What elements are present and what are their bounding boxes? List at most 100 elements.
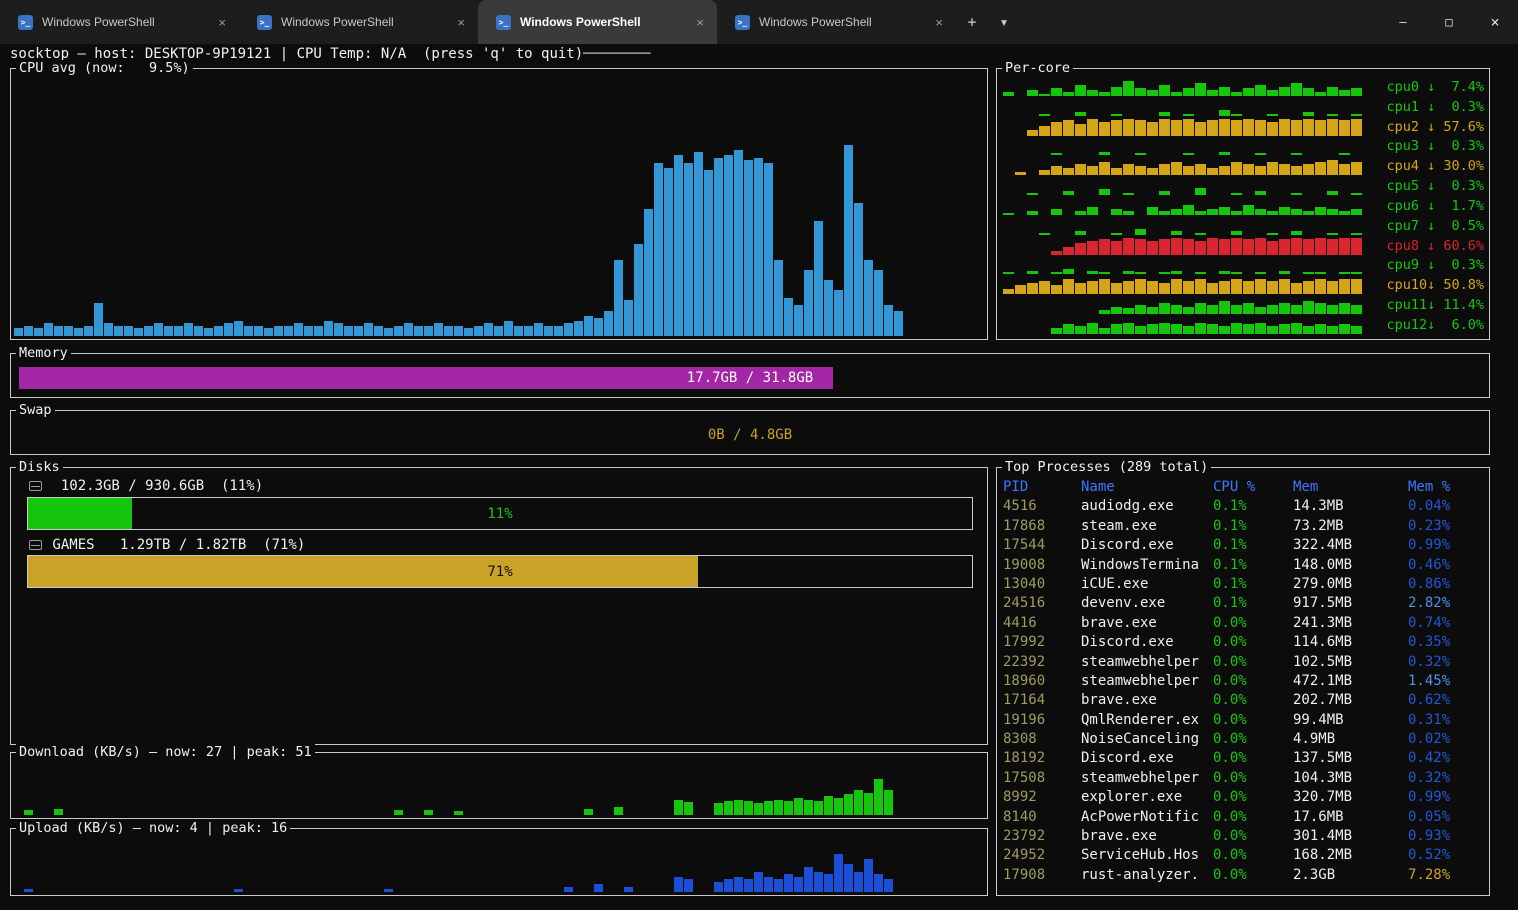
chart-bar: [164, 326, 173, 336]
maximize-button[interactable]: □: [1426, 0, 1472, 44]
spark-bar: [1231, 231, 1242, 235]
spark-bar: [1003, 289, 1014, 295]
core-row: cpu4 ↓ 30.0%: [1003, 156, 1484, 175]
chart-bar: [614, 260, 623, 337]
spark-bar: [1027, 130, 1038, 136]
chart-bar: [814, 801, 823, 815]
spark-bar: [1087, 119, 1098, 136]
spark-bar: [1231, 114, 1242, 116]
close-button[interactable]: ×: [1472, 0, 1518, 44]
spark-bar: [1075, 164, 1086, 175]
spark-bar: [1291, 283, 1302, 294]
spark-bar: [1051, 166, 1062, 176]
spark-bar: [1291, 231, 1302, 235]
disk-1-header: 102.3GB / 930.6GB (11%): [29, 478, 263, 494]
disk-2-label: GAMES 1.29TB / 1.82TB (71%): [44, 537, 305, 553]
tab-close-icon[interactable]: ×: [452, 15, 470, 30]
chart-bar: [614, 807, 623, 815]
cell-ppct: 0.32%: [1408, 769, 1486, 788]
cell-pmem: 148.0MB: [1293, 556, 1408, 575]
cell-ppct: 0.74%: [1408, 614, 1486, 633]
tab-close-icon[interactable]: ×: [691, 15, 709, 30]
cell-pname: AcPowerNotific: [1081, 808, 1213, 827]
chart-bar: [584, 316, 593, 336]
spark-bar: [1267, 211, 1278, 215]
spark-bar: [1303, 119, 1314, 136]
chart-bar: [824, 874, 833, 892]
spark-bar: [1159, 239, 1170, 254]
spark-bar: [1243, 88, 1254, 96]
window-controls: — □ ×: [1380, 0, 1518, 44]
chart-bar: [714, 882, 723, 892]
spark-bar: [1279, 164, 1290, 175]
cell-pcpu: 0.0%: [1213, 846, 1293, 865]
spark-bar: [1219, 281, 1230, 294]
chart-bar: [824, 280, 833, 336]
spark-bar: [1087, 207, 1098, 215]
chart-bar: [724, 879, 733, 892]
spark-bar: [1339, 279, 1350, 294]
chart-bar: [794, 877, 803, 892]
chart-bar: [744, 160, 753, 336]
disk-icon: [29, 481, 42, 491]
chart-bar: [804, 800, 813, 815]
process-row: 19008WindowsTermina0.1%148.0MB0.46%: [1003, 556, 1486, 575]
chart-bar: [764, 877, 773, 892]
upload-panel: Upload (KB/s) — now: 4 | peak: 16: [10, 828, 988, 896]
cell-pname: devenv.exe: [1081, 594, 1213, 613]
cell-pid: 8992: [1003, 788, 1081, 807]
minimize-button[interactable]: —: [1380, 0, 1426, 44]
spark-bar: [1135, 272, 1146, 274]
spark-bar: [1123, 308, 1134, 314]
spark-bar: [1063, 247, 1074, 255]
spark-bar: [1219, 326, 1230, 334]
chart-bar: [844, 864, 853, 892]
cell-pmem: 202.7MB: [1293, 691, 1408, 710]
chart-bar: [554, 326, 563, 336]
cell-pcpu: 0.0%: [1213, 827, 1293, 846]
process-row: 24952ServiceHub.Hos0.0%168.2MB0.52%: [1003, 846, 1486, 865]
core-sparkline: [1003, 216, 1372, 235]
spark-bar: [1327, 114, 1338, 116]
core-usage-label: cpu7 ↓ 0.5%: [1372, 217, 1484, 235]
cell-pid: 17508: [1003, 769, 1081, 788]
spark-bar: [1267, 305, 1278, 315]
spark-bar: [1327, 160, 1338, 175]
chart-bar: [314, 326, 323, 336]
chart-bar: [674, 155, 683, 336]
chart-bar: [344, 326, 353, 336]
tab-powershell-2[interactable]: >_ Windows PowerShell ×: [239, 0, 478, 44]
spark-bar: [1171, 271, 1182, 275]
chart-bar: [864, 859, 873, 892]
tab-powershell-4[interactable]: >_ Windows PowerShell ×: [717, 0, 956, 44]
chart-bar: [764, 801, 773, 815]
spark-bar: [1039, 126, 1050, 136]
spark-bar: [1063, 120, 1074, 135]
spark-bar: [1135, 229, 1146, 235]
chart-bar: [854, 790, 863, 815]
spark-bar: [1123, 81, 1134, 96]
chart-bar: [684, 879, 693, 892]
tab-close-icon[interactable]: ×: [213, 15, 231, 30]
chart-bar: [744, 879, 753, 892]
chart-bar: [884, 879, 893, 892]
new-tab-button[interactable]: +: [956, 0, 988, 44]
spark-bar: [1183, 205, 1194, 215]
spark-bar: [1051, 328, 1062, 334]
tab-close-icon[interactable]: ×: [930, 15, 948, 30]
tab-powershell-3-active[interactable]: >_ Windows PowerShell ×: [478, 0, 717, 44]
cell-ppct: 0.86%: [1408, 575, 1486, 594]
chart-bar: [274, 326, 283, 336]
chart-bar: [24, 810, 33, 815]
spark-bar: [1111, 114, 1122, 116]
tab-powershell-1[interactable]: >_ Windows PowerShell ×: [0, 0, 239, 44]
tab-dropdown-button[interactable]: ▾: [988, 0, 1020, 44]
process-row: 4416brave.exe0.0%241.3MB0.74%: [1003, 614, 1486, 633]
spark-bar: [1075, 243, 1086, 254]
chart-bar: [724, 155, 733, 336]
spark-bar: [1135, 239, 1146, 254]
chart-bar: [194, 326, 203, 336]
cell-pname: explorer.exe: [1081, 788, 1213, 807]
cell-pid: 23792: [1003, 827, 1081, 846]
spark-bar: [1195, 323, 1206, 334]
